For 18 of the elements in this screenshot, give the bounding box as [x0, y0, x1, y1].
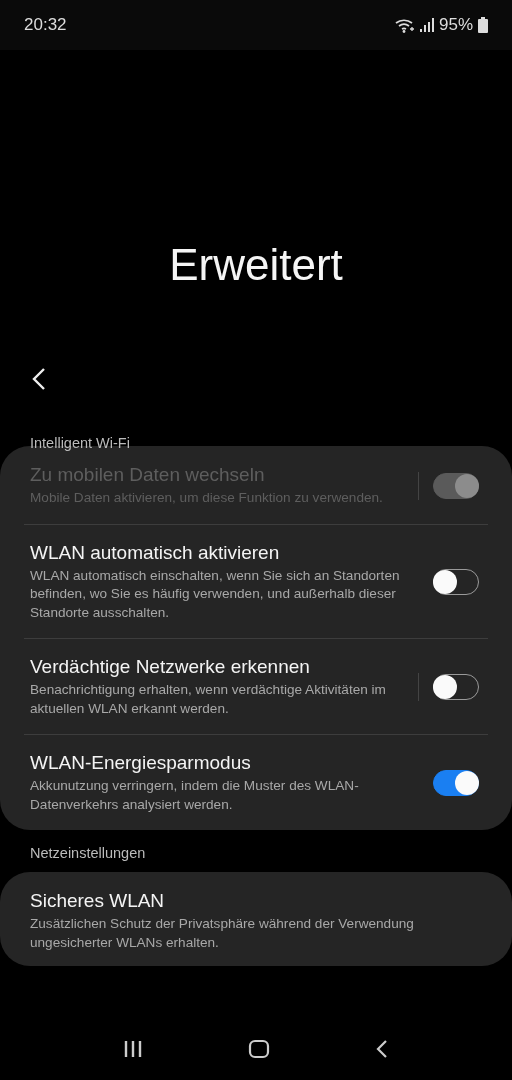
section-header: Netzeinstellungen — [29, 844, 147, 863]
setting-title[interactable]: Verdächtige Netzwerke erkennen — [30, 656, 310, 678]
clock: 20:32 — [24, 15, 67, 35]
setting-title[interactable]: Sicheres WLAN — [30, 890, 165, 912]
wifi-icon — [394, 17, 415, 33]
setting-description: Mobile Daten aktivieren, um diese Funktion zu verwenden. — [30, 489, 383, 507]
setting-description: Benachrichtigung erhalten, wenn verdächtige Aktivitäten im aktuellen WLAN erkannt werden. — [30, 681, 387, 718]
setting-description: Zusätzlichen Schutz der Privatsphäre während der Verwendung ungesicherter WLANs erhalten. — [30, 915, 415, 952]
setting-title[interactable]: WLAN automatisch aktivieren — [30, 541, 280, 564]
setting-description: Akkunutzung verringern, indem die Muster des WLAN-Datenverkehrs analysiert werden. — [30, 777, 360, 814]
section-header: Intelligent Wi-Fi — [29, 434, 131, 453]
signal-icon — [419, 18, 434, 32]
toggle-switch[interactable] — [433, 770, 479, 796]
page-title: Erweitert — [169, 240, 343, 290]
setting-title[interactable]: WLAN-Energiesparmodus — [30, 752, 251, 774]
battery-percentage: 95% — [438, 15, 473, 35]
battery-icon — [478, 17, 488, 33]
setting-description: WLAN automatisch einschalten, wenn Sie sich an Standorten befinden, wo Sie es häufig verwenden, und außerhalb dieser Standorte ausschalten. — [30, 566, 401, 622]
